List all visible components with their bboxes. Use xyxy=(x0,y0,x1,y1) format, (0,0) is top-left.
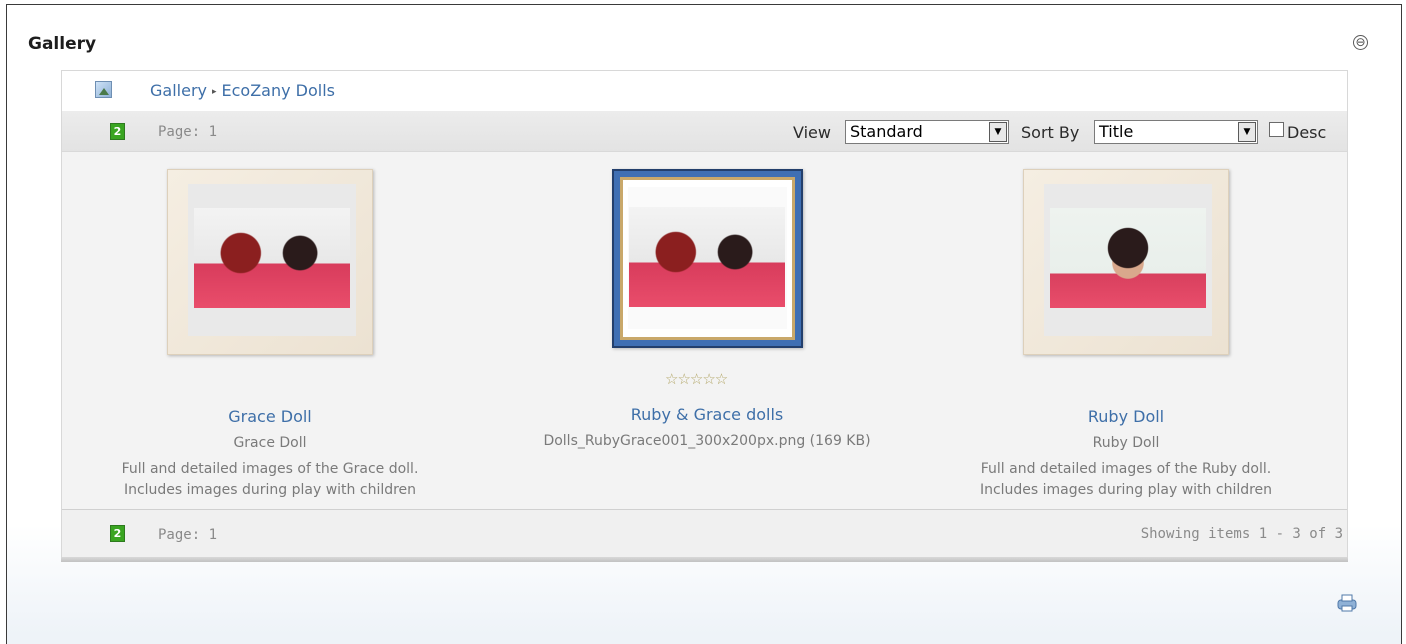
thumbnail-mat xyxy=(628,187,787,329)
item-description-line-2: Includes images during play with childre… xyxy=(123,482,417,498)
divider xyxy=(61,557,1348,562)
item-title-link[interactable]: Ruby Doll xyxy=(1023,407,1229,426)
items-count: Showing items 1 - 3 of 3 xyxy=(1140,526,1343,542)
collapse-icon[interactable]: ⊖ xyxy=(1353,35,1368,50)
thumbnail-mat xyxy=(188,184,356,336)
refresh-icon[interactable]: 2 xyxy=(110,123,125,140)
chevron-down-icon[interactable]: ▼ xyxy=(989,122,1007,142)
gallery-toolbar: 2 Page: 1 View Standard ▼ Sort By Title … xyxy=(62,111,1347,152)
item-description-line-2: Includes images during play with childre… xyxy=(979,482,1273,498)
rating-stars-icon[interactable]: ☆☆☆☆☆ xyxy=(665,370,728,388)
page-indicator: Page: 1 xyxy=(158,527,218,543)
refresh-icon[interactable]: 2 xyxy=(110,525,125,542)
sort-select[interactable]: Title ▼ xyxy=(1094,120,1258,144)
breadcrumb-gallery-link[interactable]: Gallery xyxy=(150,81,207,100)
doll-photo xyxy=(629,207,785,307)
item-title-link[interactable]: Grace Doll xyxy=(167,407,373,426)
item-title-link[interactable]: Ruby & Grace dolls xyxy=(532,405,882,424)
page-indicator: Page: 1 xyxy=(158,124,218,140)
gallery-footer: 2 Page: 1 Showing items 1 - 3 of 3 xyxy=(62,509,1347,559)
thumbnail-ruby-grace-dolls[interactable] xyxy=(612,169,803,348)
view-select[interactable]: Standard ▼ xyxy=(845,120,1009,144)
gallery-panel: Gallery ▸ EcoZany Dolls 2 Page: 1 View Sta… xyxy=(61,70,1348,560)
gallery-items: Grace Doll Grace Doll Full and detailed … xyxy=(62,152,1347,509)
sort-label: Sort By xyxy=(1021,123,1080,142)
item-caption: Grace Doll xyxy=(233,435,307,451)
view-select-value: Standard xyxy=(850,122,923,141)
chevron-down-icon[interactable]: ▼ xyxy=(1238,122,1256,142)
thumbnail-mat xyxy=(1044,184,1212,336)
item-description-line-1: Full and detailed images of the Grace do… xyxy=(121,461,419,477)
item-caption: Ruby Doll xyxy=(1092,435,1160,451)
item-file-info: Dolls_RubyGrace001_300x200px.png (169 KB… xyxy=(543,433,871,449)
print-icon[interactable] xyxy=(1335,593,1359,613)
breadcrumb-album-link[interactable]: EcoZany Dolls xyxy=(222,81,336,100)
view-label: View xyxy=(793,123,831,142)
doll-photo xyxy=(1050,208,1206,308)
breadcrumb: Gallery ▸ EcoZany Dolls xyxy=(150,81,335,100)
gallery-icon xyxy=(95,81,112,98)
item-description-line-1: Full and detailed images of the Ruby dol… xyxy=(980,461,1272,477)
sort-select-value: Title xyxy=(1099,122,1134,141)
doll-photo xyxy=(194,208,350,308)
thumbnail-ruby-doll[interactable] xyxy=(1023,169,1229,355)
desc-checkbox[interactable] xyxy=(1269,122,1284,137)
module-title: Gallery xyxy=(28,34,97,54)
breadcrumb-separator-icon: ▸ xyxy=(211,87,217,97)
breadcrumb-bar: Gallery ▸ EcoZany Dolls xyxy=(62,71,1347,111)
thumbnail-grace-doll[interactable] xyxy=(167,169,373,355)
desc-label: Desc xyxy=(1287,123,1327,142)
